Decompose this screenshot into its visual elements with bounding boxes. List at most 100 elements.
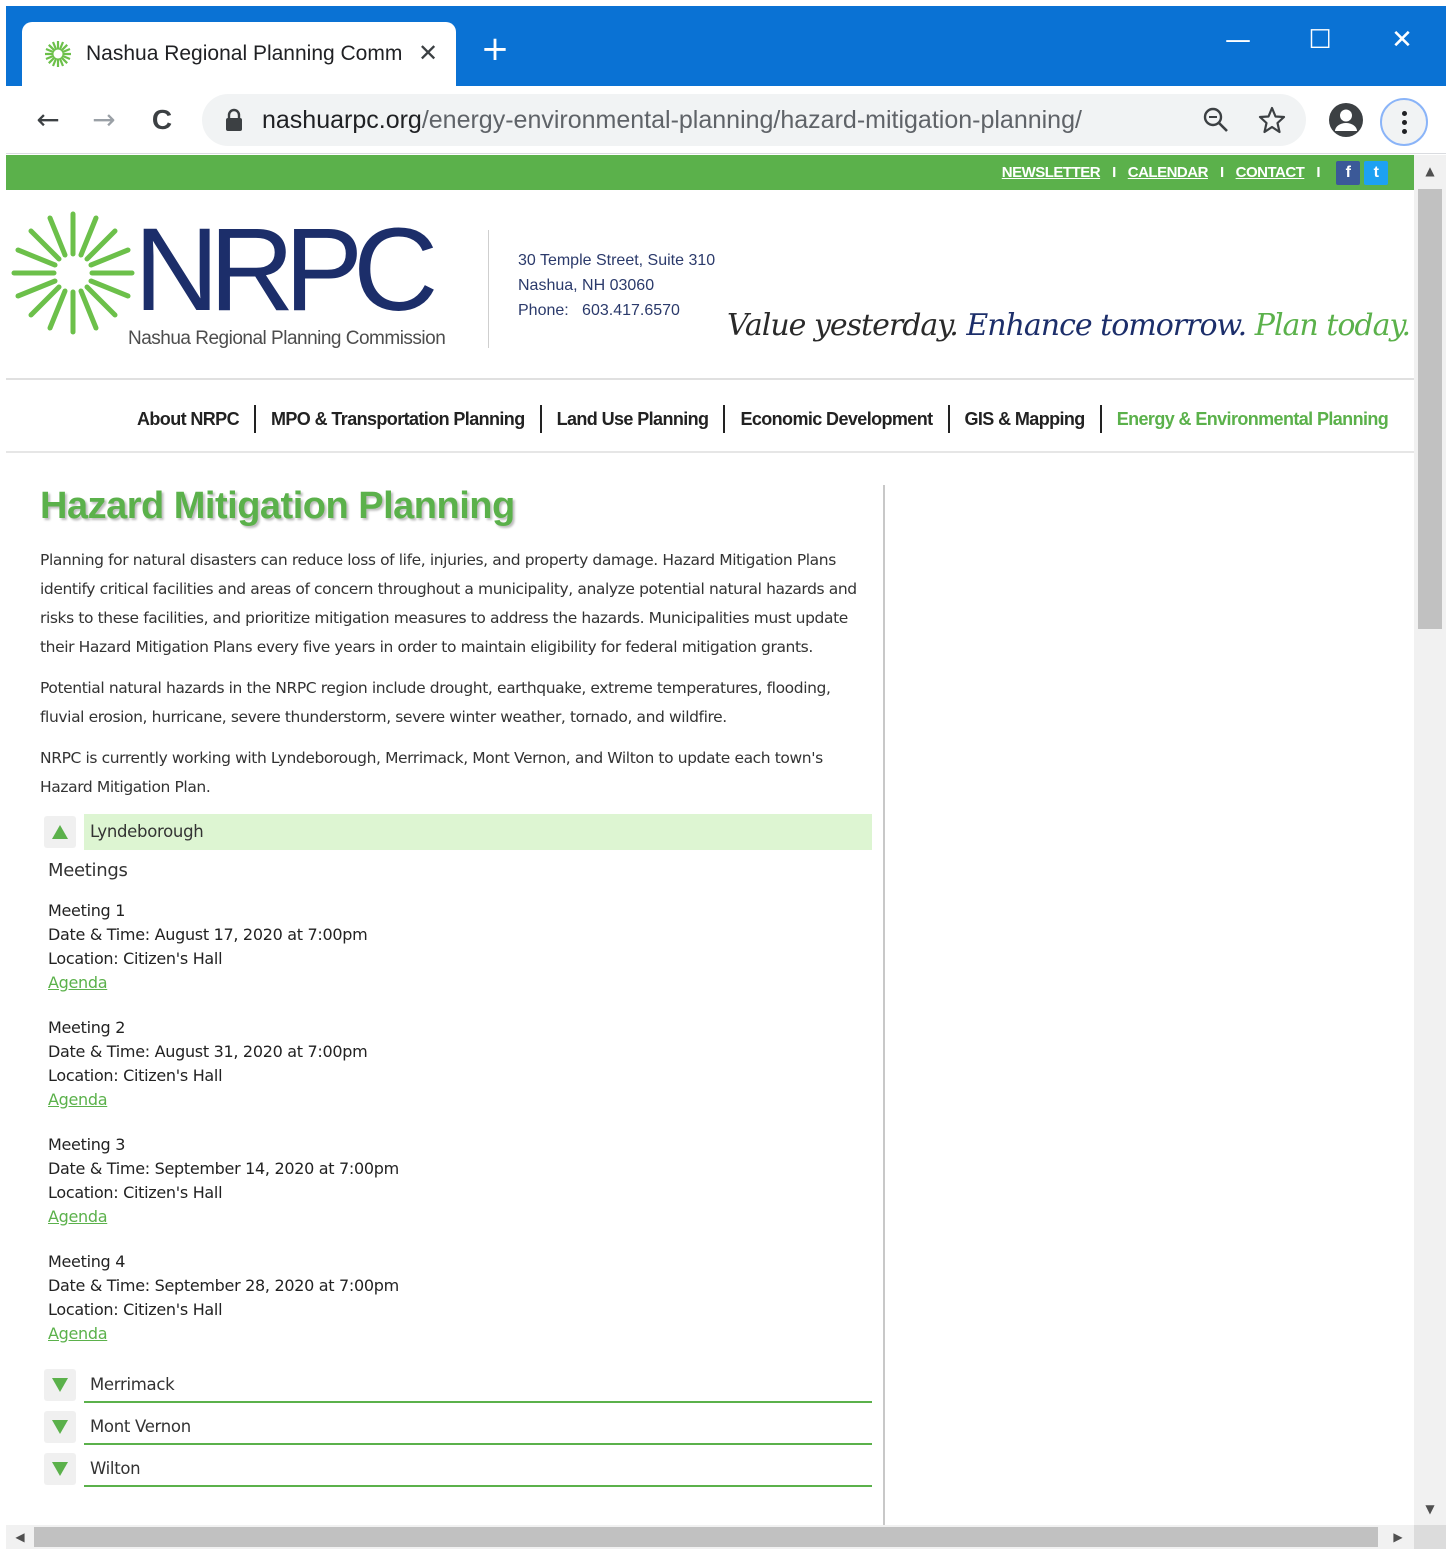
nrpc-sunburst-logo-icon[interactable] xyxy=(10,210,136,336)
horizontal-scrollbar[interactable]: ◀ ▶ xyxy=(6,1525,1414,1549)
agenda-link[interactable]: Agenda xyxy=(48,1207,108,1226)
page-viewport: NEWSLETTER I CALENDAR I CONTACT If t NRPC Nash… xyxy=(6,155,1414,1525)
meetings-heading: Meetings xyxy=(48,860,128,881)
meeting-entry: Meeting 2 Date & Time: August 31, 2020 a… xyxy=(48,1016,872,1112)
nav-economic-development[interactable]: Economic Development xyxy=(725,405,950,433)
url-path: /energy-environmental-planning/hazard-mi… xyxy=(421,106,1082,134)
tagline: Value yesterday. Enhance tomorrow. Plan … xyxy=(726,308,1411,343)
scroll-down-icon[interactable]: ▼ xyxy=(1414,1497,1446,1521)
meeting-datetime: Date & Time: August 17, 2020 at 7:00pm xyxy=(48,925,368,944)
nav-about[interactable]: About NRPC xyxy=(122,405,256,433)
contact-address: 30 Temple Street, Suite 310 Nashua, NH 0… xyxy=(518,248,715,323)
browser-window: Nashua Regional Planning Comm ✕ + — ☐ ✕ … xyxy=(6,6,1446,1549)
accordion-header[interactable]: Mont Vernon xyxy=(44,1409,872,1445)
accordion-label[interactable]: Wilton xyxy=(84,1451,872,1487)
address-bar[interactable]: nashuarpc.org/energy-environmental-plann… xyxy=(202,94,1306,146)
accordion-lyndeborough: Lyndeborough Meetings Meeting 1 Date & T… xyxy=(44,814,872,1346)
site-header: NRPC Nashua Regional Planning Commission… xyxy=(6,190,1414,380)
utility-bar: NEWSLETTER I CALENDAR I CONTACT If t xyxy=(6,155,1414,190)
horizontal-scroll-thumb[interactable] xyxy=(34,1527,1378,1547)
nav-energy-environmental[interactable]: Energy & Environmental Planning xyxy=(1102,405,1403,433)
separator: I xyxy=(1316,163,1320,181)
intro-paragraph: Planning for natural disasters can reduc… xyxy=(40,551,857,656)
utility-links: NEWSLETTER I CALENDAR I CONTACT If t xyxy=(1002,161,1388,185)
accordion-header[interactable]: Lyndeborough xyxy=(44,814,872,850)
nav-gis-mapping[interactable]: GIS & Mapping xyxy=(950,405,1102,433)
new-tab-button[interactable]: + xyxy=(478,32,512,68)
reload-button[interactable]: C xyxy=(142,100,182,140)
browser-tab[interactable]: Nashua Regional Planning Comm ✕ xyxy=(22,22,456,86)
scroll-right-icon[interactable]: ▶ xyxy=(1386,1525,1410,1549)
agenda-link[interactable]: Agenda xyxy=(48,1324,108,1343)
vertical-scrollbar[interactable]: ▲ ▼ xyxy=(1414,155,1446,1525)
main-navigation: About NRPC MPO & Transportation Planning L… xyxy=(6,383,1414,453)
twitter-icon[interactable]: t xyxy=(1364,161,1388,185)
expand-arrow-icon[interactable] xyxy=(44,1411,76,1443)
address-line-2: Nashua, NH 03060 xyxy=(518,277,655,294)
kebab-menu-icon[interactable] xyxy=(1380,98,1428,146)
meeting-entry: Meeting 3 Date & Time: September 14, 202… xyxy=(48,1133,872,1229)
lock-icon xyxy=(226,108,242,131)
url-text[interactable]: nashuarpc.org/energy-environmental-plann… xyxy=(262,106,1082,135)
browser-toolbar: ← → C nashuarpc.org/energy-environmental… xyxy=(6,86,1446,154)
forward-button[interactable]: → xyxy=(84,100,124,140)
logo-subtitle: Nashua Regional Planning Commission xyxy=(128,328,446,349)
scroll-left-icon[interactable]: ◀ xyxy=(8,1525,32,1549)
column-divider xyxy=(883,485,885,1525)
maximize-button[interactable]: ☐ xyxy=(1290,18,1350,68)
profile-icon[interactable] xyxy=(1328,102,1364,138)
agenda-link[interactable]: Agenda xyxy=(48,1090,108,1109)
scrollbar-corner xyxy=(1414,1525,1446,1549)
nrpc-logo-wordmark[interactable]: NRPC xyxy=(134,210,438,330)
tagline-part-3: Plan today. xyxy=(1254,308,1411,343)
close-window-button[interactable]: ✕ xyxy=(1372,18,1432,68)
hazards-paragraph: Potential natural hazards in the NRPC re… xyxy=(40,679,831,726)
accordion-header[interactable]: Merrimack xyxy=(44,1367,872,1403)
main-content: Hazard Mitigation Planning Planning for … xyxy=(40,485,872,1487)
meeting-entry: Meeting 1 Date & Time: August 17, 2020 a… xyxy=(48,899,872,995)
accordion-label[interactable]: Merrimack xyxy=(84,1367,872,1403)
contact-link[interactable]: CONTACT xyxy=(1236,164,1305,181)
expand-arrow-icon[interactable] xyxy=(44,1453,76,1485)
meeting-datetime: Date & Time: September 28, 2020 at 7:00p… xyxy=(48,1276,399,1295)
nrpc-favicon-icon xyxy=(45,41,71,67)
accordion-body: Meetings Meeting 1 Date & Time: August 1… xyxy=(44,850,872,1346)
meeting-location: Location: Citizen's Hall xyxy=(48,1183,223,1202)
tab-title: Nashua Regional Planning Comm xyxy=(86,42,403,65)
tab-close-button[interactable]: ✕ xyxy=(414,36,442,70)
address-line-1: 30 Temple Street, Suite 310 xyxy=(518,252,716,269)
nav-land-use[interactable]: Land Use Planning xyxy=(542,405,726,433)
accordion-merrimack: Merrimack xyxy=(44,1367,872,1403)
vertical-scroll-thumb[interactable] xyxy=(1418,189,1442,629)
accordion-label[interactable]: Mont Vernon xyxy=(84,1409,872,1445)
accordion-wilton: Wilton xyxy=(44,1451,872,1487)
separator: I xyxy=(1219,163,1224,181)
page-title: Hazard Mitigation Planning xyxy=(40,485,515,527)
facebook-icon[interactable]: f xyxy=(1336,161,1360,185)
meeting-entry: Meeting 4 Date & Time: September 28, 202… xyxy=(48,1250,872,1346)
meeting-name: Meeting 4 xyxy=(48,1252,126,1271)
accordion-header[interactable]: Wilton xyxy=(44,1451,872,1487)
accordion-mont-vernon: Mont Vernon xyxy=(44,1409,872,1445)
header-divider xyxy=(488,230,489,348)
tagline-part-2: Enhance tomorrow. xyxy=(966,308,1247,343)
newsletter-link[interactable]: NEWSLETTER xyxy=(1002,164,1101,181)
nav-mpo-transportation[interactable]: MPO & Transportation Planning xyxy=(256,405,542,433)
expand-arrow-icon[interactable] xyxy=(44,1369,76,1401)
collapse-arrow-icon[interactable] xyxy=(44,816,76,848)
accordion-label[interactable]: Lyndeborough xyxy=(84,814,872,850)
towns-paragraph: NRPC is currently working with Lyndeboro… xyxy=(40,749,823,796)
tagline-part-1: Value yesterday. xyxy=(726,308,959,343)
calendar-link[interactable]: CALENDAR xyxy=(1128,164,1209,181)
title-bar: Nashua Regional Planning Comm ✕ + — ☐ ✕ xyxy=(6,6,1446,86)
meeting-location: Location: Citizen's Hall xyxy=(48,949,223,968)
star-icon[interactable] xyxy=(1256,104,1288,136)
back-button[interactable]: ← xyxy=(28,100,68,140)
scroll-up-icon[interactable]: ▲ xyxy=(1414,159,1446,183)
meeting-location: Location: Citizen's Hall xyxy=(48,1066,223,1085)
minimize-button[interactable]: — xyxy=(1208,18,1268,68)
agenda-link[interactable]: Agenda xyxy=(48,973,108,992)
meeting-datetime: Date & Time: September 14, 2020 at 7:00p… xyxy=(48,1159,399,1178)
zoom-icon[interactable] xyxy=(1200,104,1232,136)
meeting-name: Meeting 2 xyxy=(48,1018,126,1037)
